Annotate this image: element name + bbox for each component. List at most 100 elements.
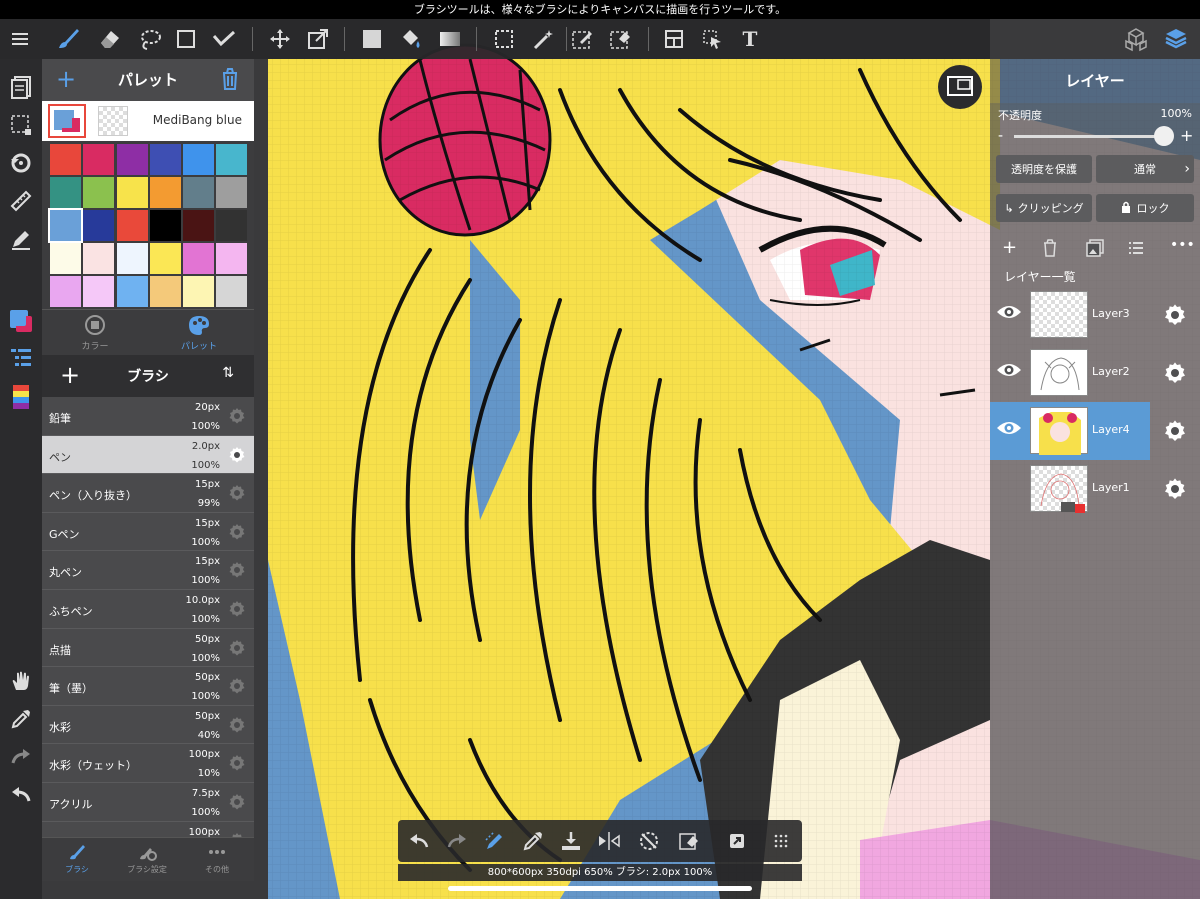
trash-icon[interactable] <box>220 67 240 95</box>
color-bar-icon[interactable] <box>5 381 37 413</box>
rotate-icon[interactable] <box>5 147 37 179</box>
gear-icon[interactable] <box>228 407 246 429</box>
eye-icon[interactable] <box>996 302 1022 326</box>
home-indicator[interactable] <box>448 886 752 891</box>
fill-color-icon[interactable] <box>356 23 388 55</box>
color-swatch[interactable] <box>149 243 181 274</box>
layers-icon[interactable] <box>1160 23 1192 55</box>
tab-brush-settings[interactable]: ブラシ設定 <box>112 842 182 875</box>
color-swatch[interactable] <box>216 210 248 241</box>
tab-other[interactable]: その他 <box>182 842 252 875</box>
redo-icon[interactable] <box>5 741 37 773</box>
brush-item[interactable]: 100px <box>42 822 254 837</box>
gear-icon[interactable] <box>228 561 246 583</box>
color-swatch[interactable] <box>216 276 248 307</box>
transform-icon[interactable] <box>302 23 334 55</box>
lock-button[interactable]: ロック <box>1096 194 1194 222</box>
gear-icon[interactable] <box>1163 361 1187 389</box>
current-color-swatch[interactable] <box>48 104 86 138</box>
color-swatch[interactable] <box>83 177 115 208</box>
color-swatch[interactable] <box>50 177 81 208</box>
undo-icon[interactable] <box>5 779 37 811</box>
gear-icon[interactable] <box>228 600 246 622</box>
color-swatch[interactable] <box>216 177 248 208</box>
rectangle-select-icon[interactable] <box>170 23 202 55</box>
eraser-icon[interactable] <box>94 23 126 55</box>
brush-icon[interactable] <box>52 23 84 55</box>
ruler-icon[interactable] <box>5 185 37 217</box>
text-tool-icon[interactable]: T <box>734 23 766 55</box>
transparent-swatch[interactable] <box>98 106 128 136</box>
color-swatch[interactable] <box>183 243 215 274</box>
eye-icon[interactable] <box>996 360 1022 384</box>
pen-tool-icon[interactable] <box>5 223 37 255</box>
stabilizer-icon[interactable] <box>482 828 508 854</box>
tab-color[interactable]: カラー <box>50 314 140 352</box>
share-icon[interactable] <box>724 828 750 854</box>
layer-list-icon[interactable] <box>5 341 37 373</box>
color-swatch[interactable] <box>149 144 181 175</box>
color-swatch[interactable] <box>116 210 148 241</box>
color-swatch[interactable] <box>149 276 181 307</box>
bucket-icon[interactable] <box>394 23 426 55</box>
brush-item[interactable]: ペン（入り抜き） 15px 99% <box>42 474 254 513</box>
select-eraser-icon[interactable] <box>604 23 636 55</box>
materials-icon[interactable] <box>1120 23 1152 55</box>
color-swatch[interactable] <box>149 177 181 208</box>
gear-icon[interactable] <box>1163 303 1187 331</box>
menu-icon[interactable] <box>4 23 36 55</box>
blend-mode-button[interactable]: 通常 › <box>1096 155 1194 183</box>
opacity-slider-knob[interactable] <box>1154 126 1174 146</box>
selection-icon[interactable] <box>5 109 37 141</box>
color-swatch[interactable] <box>50 243 81 274</box>
brush-item[interactable]: 水彩（ウェット） 100px 10% <box>42 744 254 783</box>
color-swatch[interactable] <box>83 276 115 307</box>
color-swatch[interactable] <box>116 144 148 175</box>
tab-brush[interactable]: ブラシ <box>42 842 112 875</box>
color-swatch[interactable] <box>116 177 148 208</box>
color-swatch[interactable] <box>83 243 115 274</box>
layer-list-view-icon[interactable] <box>1128 240 1144 260</box>
color-swatch[interactable] <box>216 144 248 175</box>
color-swatch[interactable] <box>48 208 83 243</box>
opacity-plus-button[interactable]: + <box>1180 126 1193 145</box>
gear-icon[interactable] <box>1163 419 1187 447</box>
brush-item[interactable]: ふちペン 10.0px 100% <box>42 590 254 629</box>
gear-icon[interactable] <box>228 639 246 661</box>
color-swatch[interactable] <box>50 144 81 175</box>
eye-icon[interactable] <box>996 418 1022 442</box>
color-swatch[interactable] <box>183 144 215 175</box>
brush-item[interactable]: アクリル 7.5px 100% <box>42 783 254 822</box>
divide-icon[interactable] <box>658 23 690 55</box>
lasso-icon[interactable] <box>134 23 166 55</box>
color-icon[interactable] <box>5 305 37 337</box>
color-swatch[interactable] <box>216 243 248 274</box>
layer-row[interactable]: Layer1 <box>990 460 1200 518</box>
undo-icon[interactable] <box>406 828 432 854</box>
opacity-slider[interactable] <box>1014 135 1164 138</box>
gear-icon[interactable] <box>228 716 246 738</box>
color-swatch[interactable] <box>83 210 115 241</box>
layer-row[interactable]: Layer3 <box>990 286 1200 344</box>
color-swatch[interactable] <box>149 210 181 241</box>
brush-item[interactable]: 水彩 50px 40% <box>42 706 254 745</box>
clear-layer-icon[interactable] <box>676 828 702 854</box>
color-swatch[interactable] <box>183 276 215 307</box>
brush-item[interactable]: 点描 50px 100% <box>42 629 254 668</box>
gear-icon[interactable] <box>228 677 246 699</box>
magic-wand-icon[interactable] <box>528 23 560 55</box>
sort-icon[interactable]: ⇅ <box>222 365 234 381</box>
layer-row[interactable]: Layer2 <box>990 344 1200 402</box>
operation-icon[interactable] <box>696 23 728 55</box>
magic-brush-icon[interactable] <box>208 23 240 55</box>
protect-alpha-button[interactable]: 透明度を保護 <box>996 155 1092 183</box>
more-icon[interactable]: ••• <box>1170 237 1195 253</box>
eyedropper-icon[interactable] <box>520 828 546 854</box>
gear-icon[interactable] <box>228 754 246 776</box>
select-icon[interactable] <box>488 23 520 55</box>
color-swatch[interactable] <box>116 276 148 307</box>
color-swatch[interactable] <box>183 210 215 241</box>
brush-item[interactable]: 筆（墨） 50px 100% <box>42 667 254 706</box>
gear-icon[interactable] <box>228 484 246 506</box>
redo-icon[interactable] <box>444 828 470 854</box>
